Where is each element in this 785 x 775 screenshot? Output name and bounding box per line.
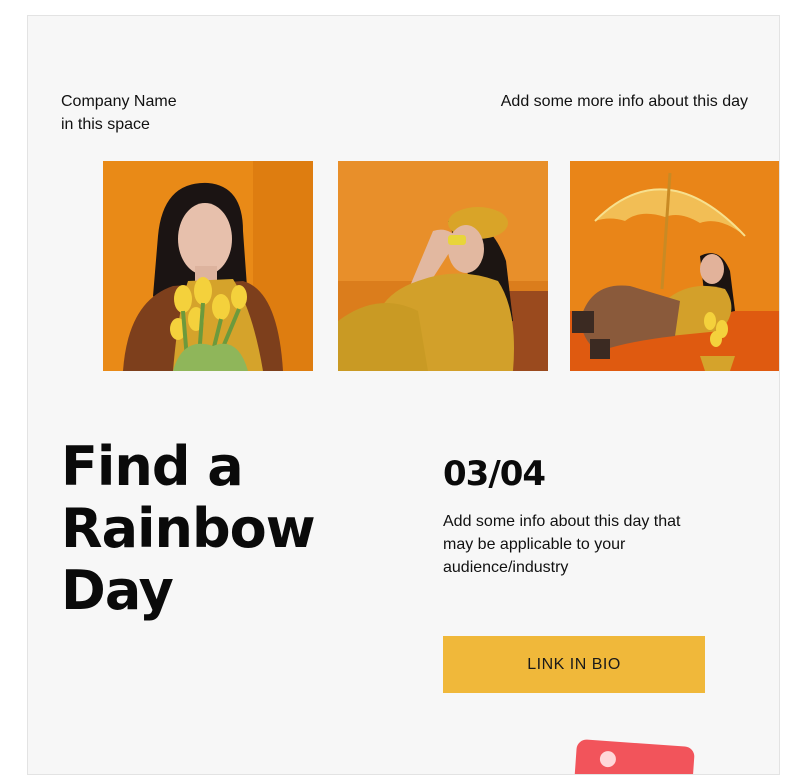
event-description: Add some info about this day that may be… [443,513,681,576]
woman-with-beret-photo [338,161,548,371]
woman-with-tulips-photo [103,161,313,371]
company-name-line2: in this space [61,116,150,133]
sticker-decoration [573,738,695,774]
social-post-card: Company Name in this space Add some more… [27,15,780,775]
headline: Find a Rainbow Day [61,436,381,622]
headline-line-1: Find a [61,435,244,498]
link-in-bio-button[interactable]: LINK IN BIO [443,636,705,693]
company-name-line1: Company Name [61,93,177,110]
headline-line-2: Rainbow [61,497,316,560]
headline-line-3: Day [61,559,174,622]
more-info-text: Add some more info about this day [500,93,748,110]
company-name: Company Name in this space [61,90,261,136]
event-date: 03/04 [443,454,546,494]
woman-with-umbrella-photo [570,161,779,371]
sticker-dot-icon [599,750,617,768]
